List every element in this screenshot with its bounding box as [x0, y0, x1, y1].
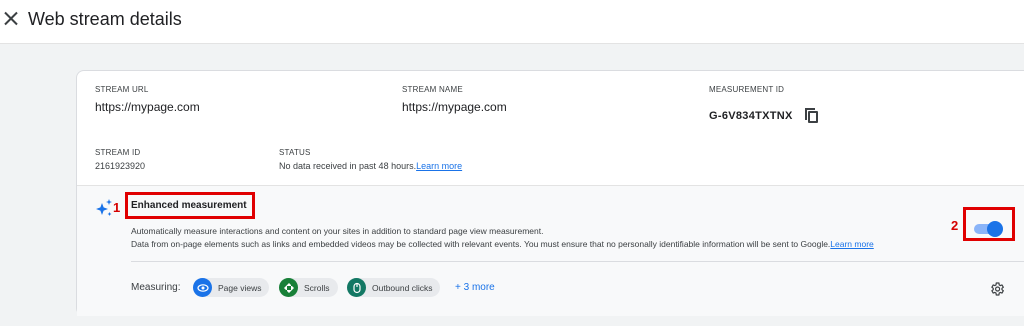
stream-details-card: STREAM URL https://mypage.com STREAM NAM… — [76, 70, 1024, 316]
stream-id-value: 2161923920 — [95, 161, 146, 171]
cursor-icon — [347, 278, 366, 297]
chip-scrolls-label: Scrolls — [304, 282, 330, 293]
sparkle-icon — [96, 199, 112, 216]
page-title: Web stream details — [28, 9, 182, 29]
stream-url-label: STREAM URL — [95, 85, 149, 94]
status-label: STATUS — [279, 148, 311, 157]
section-divider — [131, 261, 1024, 262]
chip-outbound-clicks: Outbound clicks — [347, 278, 441, 297]
stream-id-label: STREAM ID — [95, 148, 141, 157]
chip-page-views-label: Page views — [218, 282, 262, 293]
annotation-marker-1: 1 — [113, 200, 121, 215]
enhanced-description-2: Data from on-page elements such as links… — [131, 239, 874, 249]
status-value: No data received in past 48 hours.Learn … — [279, 161, 462, 171]
status-text: No data received in past 48 hours. — [279, 161, 417, 171]
more-events-link[interactable]: + 3 more — [455, 282, 495, 293]
chip-scrolls: Scrolls — [279, 278, 338, 297]
measurement-id-value: G-6V834TXTNX — [709, 110, 793, 122]
enhanced-measurement-section: 1 Enhanced measurement Automatically mea… — [77, 185, 1024, 316]
enhanced-learn-more-link[interactable]: Learn more — [830, 239, 873, 249]
gear-icon[interactable] — [989, 281, 1005, 297]
enhanced-description-2-text: Data from on-page elements such as links… — [131, 239, 831, 249]
annotation-marker-2: 2 — [951, 218, 959, 233]
enhanced-description-1: Automatically measure interactions and c… — [131, 226, 544, 236]
chip-page-views: Page views — [193, 278, 270, 297]
eye-icon — [193, 278, 212, 297]
chip-outbound-clicks-label: Outbound clicks — [372, 282, 433, 293]
close-icon[interactable] — [4, 11, 18, 25]
stream-name-value: https://mypage.com — [402, 100, 507, 114]
enhanced-measurement-toggle[interactable] — [971, 220, 1005, 237]
measurement-id-label: MEASUREMENT ID — [709, 85, 785, 94]
stream-url-value: https://mypage.com — [95, 100, 200, 114]
stream-name-label: STREAM NAME — [402, 85, 463, 94]
measuring-label: Measuring: — [131, 282, 181, 293]
copy-icon[interactable] — [805, 108, 819, 124]
toggle-thumb — [987, 221, 1003, 237]
enhanced-measurement-title: Enhanced measurement — [131, 200, 247, 211]
scroll-icon — [279, 278, 298, 297]
top-bar: Web stream details — [0, 0, 1024, 44]
status-learn-more-link[interactable]: Learn more — [416, 161, 462, 171]
